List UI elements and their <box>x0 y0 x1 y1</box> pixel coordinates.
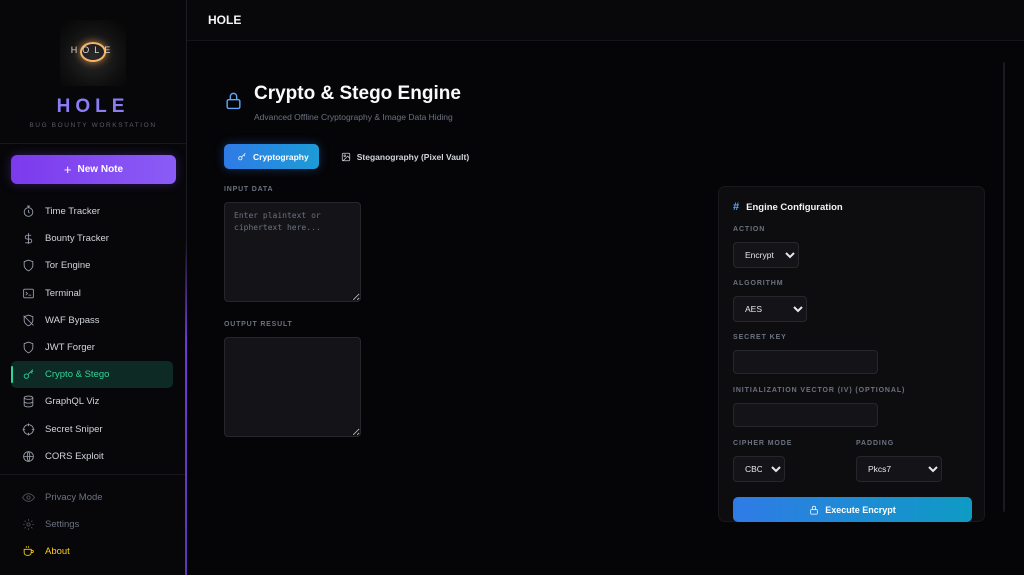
terminal-icon <box>23 288 34 298</box>
shield-icon <box>23 341 34 354</box>
page-header: Crypto & Stego Engine Advanced Offline C… <box>224 83 461 122</box>
mode-tabs: Cryptography Steganography (Pixel Vault) <box>224 144 479 169</box>
output-result-label: OUTPUT RESULT <box>224 321 293 328</box>
stopwatch-icon <box>23 205 34 217</box>
sidebar-item-label: CORS Exploit <box>45 450 104 462</box>
key-icon <box>23 369 34 379</box>
padding-select[interactable]: Pkcs7 <box>856 456 942 482</box>
cipher-mode-label: CIPHER MODE <box>733 440 793 447</box>
sidebar-item-label: Privacy Mode <box>45 492 103 504</box>
sidebar-nav: Time Tracker Bounty Tracker Tor Engine T… <box>11 198 173 470</box>
coffee-icon <box>23 546 34 557</box>
tab-steganography[interactable]: Steganography (Pixel Vault) <box>333 144 479 169</box>
engine-configuration-panel: # Engine Configuration ACTION Encrypt AL… <box>718 186 985 522</box>
app-window: HOLE HOLE BUG BOUNTY WORKSTATION + New N… <box>0 0 1024 575</box>
key-icon <box>238 152 246 160</box>
lock-icon <box>810 505 818 515</box>
dollar-icon <box>24 233 33 245</box>
input-data-label: INPUT DATA <box>224 186 274 193</box>
sidebar-item-label: WAF Bypass <box>45 314 100 326</box>
hash-icon: # <box>733 201 740 213</box>
shield-off-icon <box>23 314 34 327</box>
shield-icon <box>23 260 34 272</box>
sidebar-item-terminal[interactable]: Terminal <box>11 280 173 307</box>
secret-key-input[interactable] <box>733 350 878 374</box>
top-bar: HOLE <box>187 0 1024 41</box>
logo-text: HOLE <box>70 45 116 55</box>
sidebar-item-time-tracker[interactable]: Time Tracker <box>11 198 173 225</box>
output-result-textarea[interactable] <box>224 337 361 437</box>
sidebar-item-graphql-viz[interactable]: GraphQL Viz <box>11 388 173 415</box>
main-area: HOLE Crypto & Stego Engine Advanced Offl… <box>187 0 1024 575</box>
iv-input[interactable] <box>733 403 878 427</box>
iv-label: INITIALIZATION VECTOR (IV) (OPTIONAL) <box>733 387 906 394</box>
crosshair-icon <box>22 423 35 436</box>
tab-label: Steganography (Pixel Vault) <box>356 151 470 162</box>
execute-encrypt-button[interactable]: Execute Encrypt <box>733 497 972 522</box>
secret-key-label: SECRET KEY <box>733 334 787 341</box>
new-note-label: New Note <box>77 164 124 175</box>
database-icon <box>23 396 34 408</box>
sidebar-item-settings[interactable]: Settings <box>11 511 173 538</box>
sidebar-item-label: Settings <box>45 519 80 531</box>
sidebar-item-label: GraphQL Viz <box>45 396 100 408</box>
sidebar-divider <box>0 474 186 475</box>
scrollbar[interactable] <box>1003 62 1005 512</box>
cipher-mode-select[interactable]: CBC <box>733 456 785 482</box>
sidebar-item-label: Crypto & Stego <box>45 369 110 381</box>
new-note-button[interactable]: + New Note <box>11 155 176 184</box>
app-logo: HOLE <box>60 20 126 86</box>
sidebar-item-label: Tor Engine <box>45 260 91 272</box>
config-title-text: Engine Configuration <box>746 201 843 213</box>
sidebar-item-label: Secret Sniper <box>45 423 103 435</box>
algorithm-label: ALGORITHM <box>733 280 784 287</box>
config-title: # Engine Configuration <box>733 201 843 213</box>
page-title: Crypto & Stego Engine <box>254 83 461 104</box>
sidebar-item-tor-engine[interactable]: Tor Engine <box>11 252 173 279</box>
sidebar-item-privacy-mode[interactable]: Privacy Mode <box>11 484 173 511</box>
top-bar-title: HOLE <box>208 13 242 27</box>
sidebar-item-label: JWT Forger <box>45 342 95 354</box>
sidebar-item-secret-sniper[interactable]: Secret Sniper <box>11 416 173 443</box>
image-icon <box>341 152 350 161</box>
sidebar-item-label: Time Tracker <box>45 206 101 218</box>
sidebar-item-label: About <box>45 546 70 558</box>
sidebar-bottom-nav: Privacy Mode Settings About <box>11 484 173 566</box>
execute-label: Execute Encrypt <box>825 504 896 515</box>
logo-area: HOLE HOLE BUG BOUNTY WORKSTATION <box>0 0 186 144</box>
sidebar-item-crypto-stego[interactable]: Crypto & Stego <box>11 361 173 389</box>
lock-icon <box>224 83 243 122</box>
sidebar-item-waf-bypass[interactable]: WAF Bypass <box>11 307 173 334</box>
padding-label: PADDING <box>856 440 895 447</box>
sidebar-item-jwt-forger[interactable]: JWT Forger <box>11 334 173 361</box>
algorithm-select[interactable]: AES <box>733 296 807 322</box>
gear-icon <box>23 519 34 531</box>
tab-label: Cryptography <box>253 151 309 162</box>
tab-cryptography[interactable]: Cryptography <box>224 144 319 169</box>
eye-icon <box>22 493 35 502</box>
action-label: ACTION <box>733 226 766 233</box>
plus-icon: + <box>63 162 72 177</box>
sidebar-item-bounty-tracker[interactable]: Bounty Tracker <box>11 225 173 252</box>
brand-subtitle: BUG BOUNTY WORKSTATION <box>29 122 157 129</box>
page-subtitle: Advanced Offline Cryptography & Image Da… <box>254 112 453 122</box>
action-select[interactable]: Encrypt <box>733 242 799 268</box>
input-data-textarea[interactable] <box>224 202 361 302</box>
sidebar-item-cors-exploit[interactable]: CORS Exploit <box>11 443 173 470</box>
sidebar: HOLE HOLE BUG BOUNTY WORKSTATION + New N… <box>0 0 187 575</box>
sidebar-item-label: Bounty Tracker <box>45 233 109 245</box>
sidebar-item-about[interactable]: About <box>11 538 173 565</box>
brand-name: HOLE <box>56 96 130 117</box>
globe-icon <box>23 450 34 462</box>
sidebar-item-label: Terminal <box>45 287 81 299</box>
